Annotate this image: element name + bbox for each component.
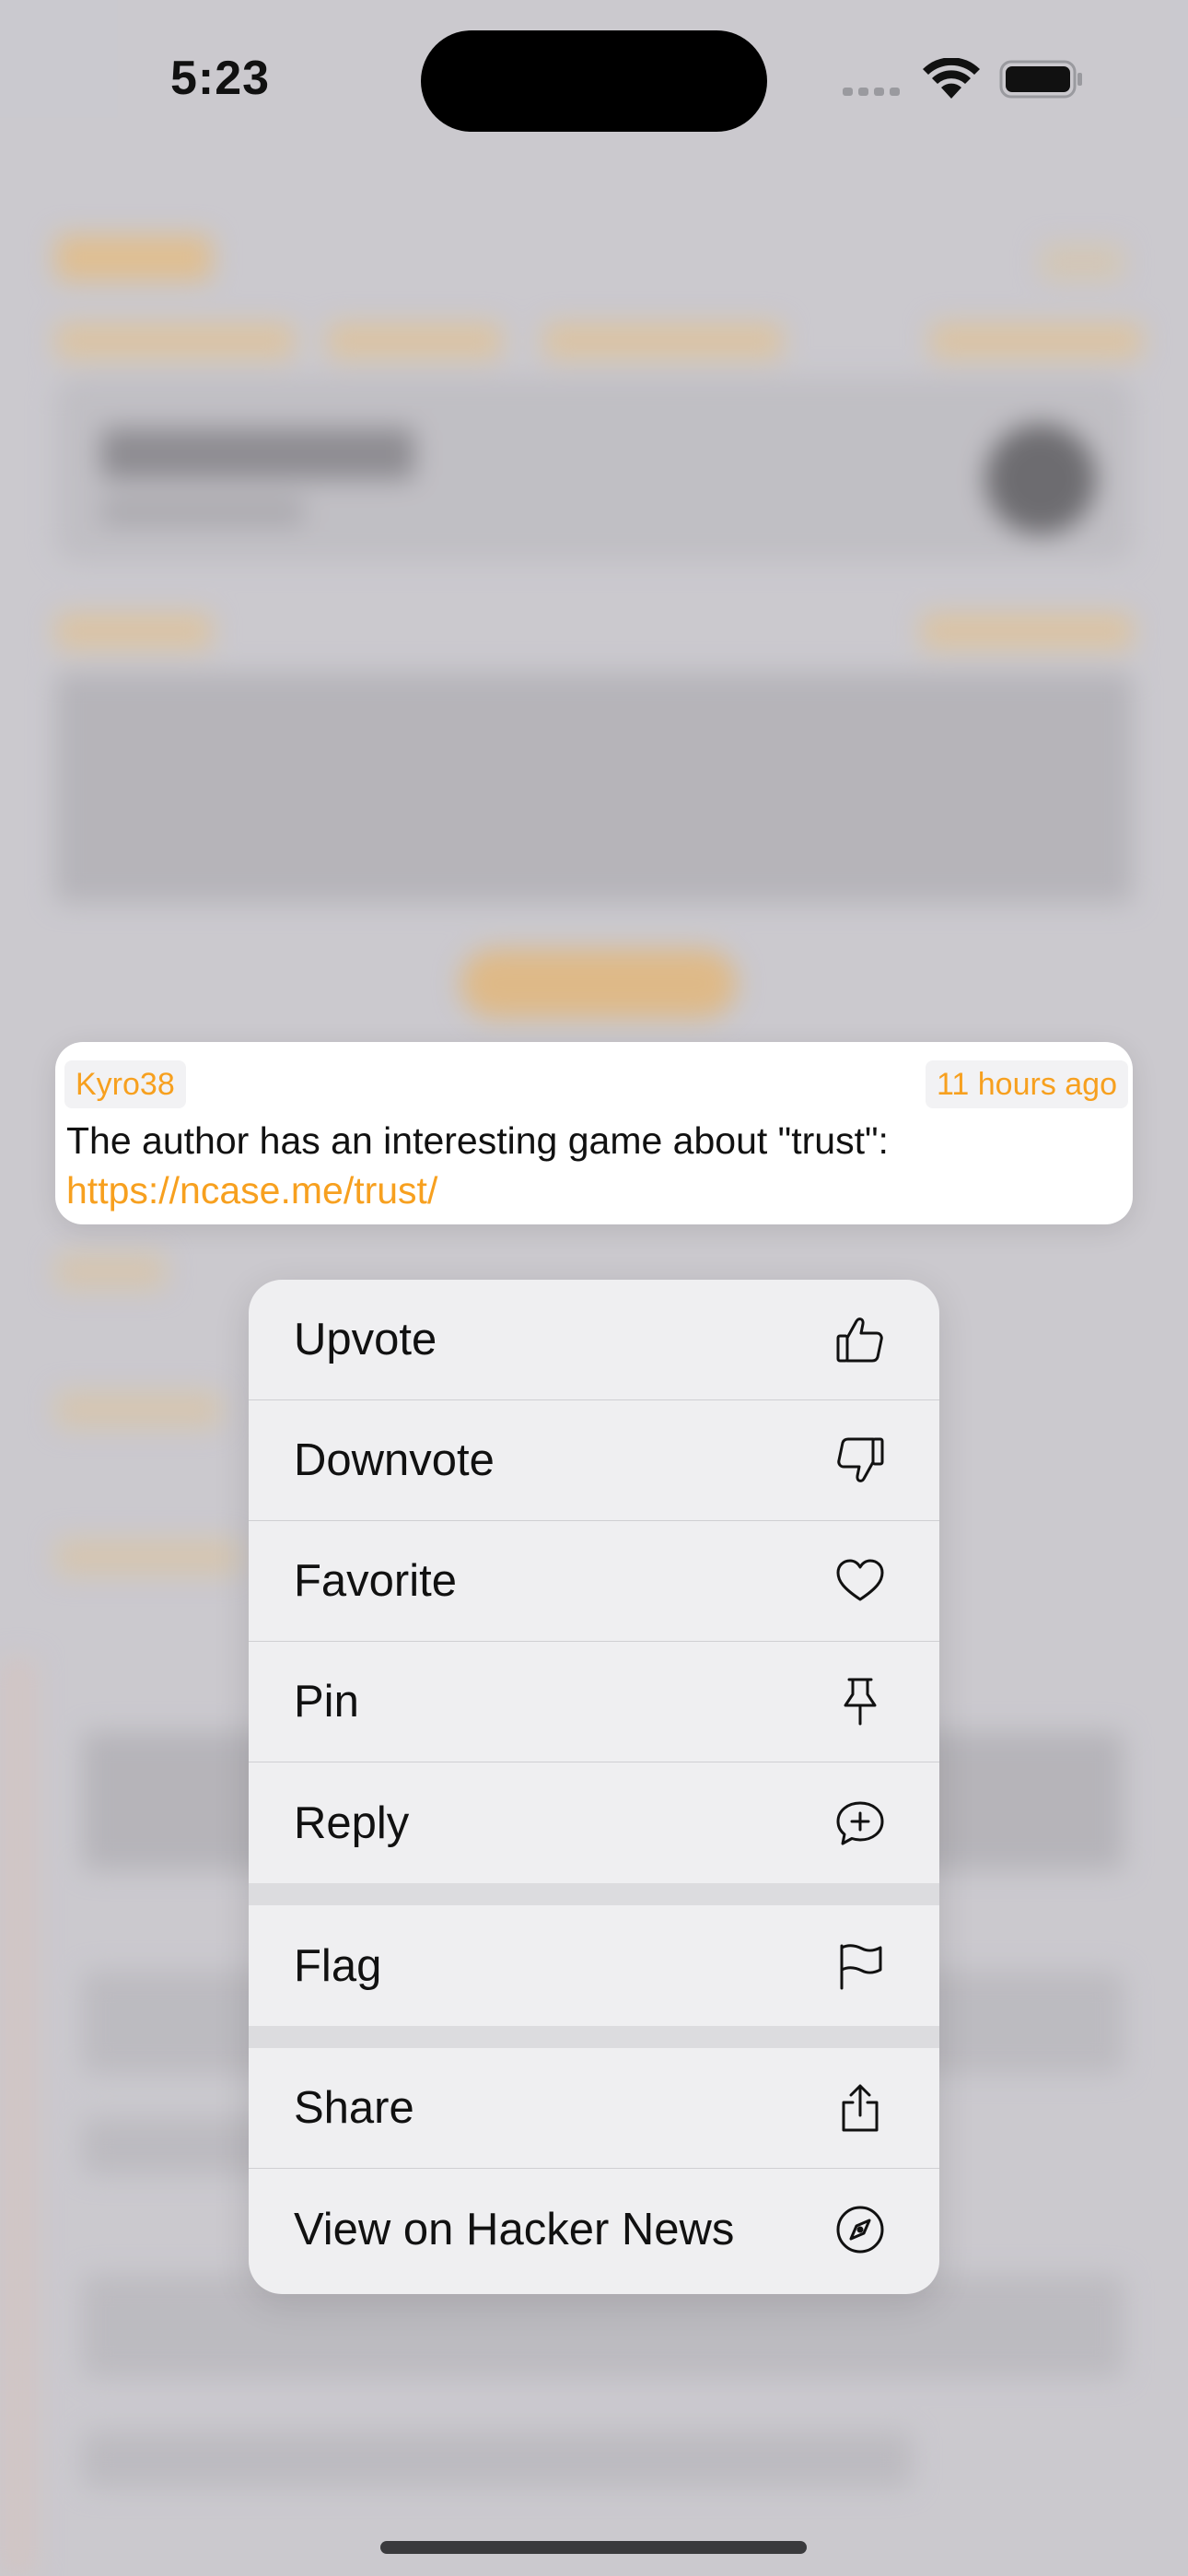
menu-item-label: Favorite (294, 1556, 458, 1606)
comment-link[interactable]: https://ncase.me/trust/ (66, 1169, 437, 1212)
flag-icon (833, 1938, 888, 1994)
menu-item-label: Pin (294, 1677, 359, 1727)
menu-item-favorite[interactable]: Favorite (249, 1521, 939, 1642)
heart-icon (833, 1553, 888, 1609)
comment-timestamp: 11 hours ago (926, 1060, 1128, 1108)
menu-item-label: Share (294, 2083, 414, 2133)
thumbs-down-icon (833, 1433, 888, 1488)
wifi-icon (921, 57, 982, 103)
menu-item-label: Upvote (294, 1315, 437, 1364)
menu-group-separator (249, 1883, 939, 1905)
compass-icon (833, 2202, 888, 2257)
menu-item-label: View on Hacker News (294, 2204, 735, 2254)
menu-item-view-on-hacker-news[interactable]: View on Hacker News (249, 2169, 939, 2289)
share-icon (833, 2080, 888, 2136)
cellular-signal-icon (843, 88, 900, 96)
context-menu: Upvote Downvote Favorite Pin Reply Flag … (249, 1280, 939, 2294)
menu-item-flag[interactable]: Flag (249, 1905, 939, 2026)
menu-group-separator (249, 2026, 939, 2048)
battery-icon (999, 60, 1084, 103)
pin-icon (833, 1674, 888, 1729)
menu-item-downvote[interactable]: Downvote (249, 1400, 939, 1521)
menu-item-label: Flag (294, 1940, 382, 1991)
comment-author[interactable]: Kyro38 (64, 1060, 186, 1108)
comment-text: The author has an interesting game about… (66, 1116, 1125, 1215)
menu-item-label: Reply (294, 1797, 410, 1848)
menu-item-reply[interactable]: Reply (249, 1762, 939, 1883)
comment-body: The author has an interesting game about… (66, 1119, 889, 1162)
home-indicator[interactable] (380, 2541, 807, 2554)
comment-preview-card: Kyro38 11 hours ago The author has an in… (55, 1042, 1133, 1224)
menu-item-pin[interactable]: Pin (249, 1642, 939, 1762)
dynamic-island (421, 30, 767, 132)
menu-item-upvote[interactable]: Upvote (249, 1280, 939, 1400)
menu-item-label: Downvote (294, 1435, 495, 1485)
thumbs-up-icon (833, 1312, 888, 1367)
status-time: 5:23 (170, 52, 271, 105)
reply-bubble-icon (833, 1796, 888, 1851)
menu-item-share[interactable]: Share (249, 2048, 939, 2169)
